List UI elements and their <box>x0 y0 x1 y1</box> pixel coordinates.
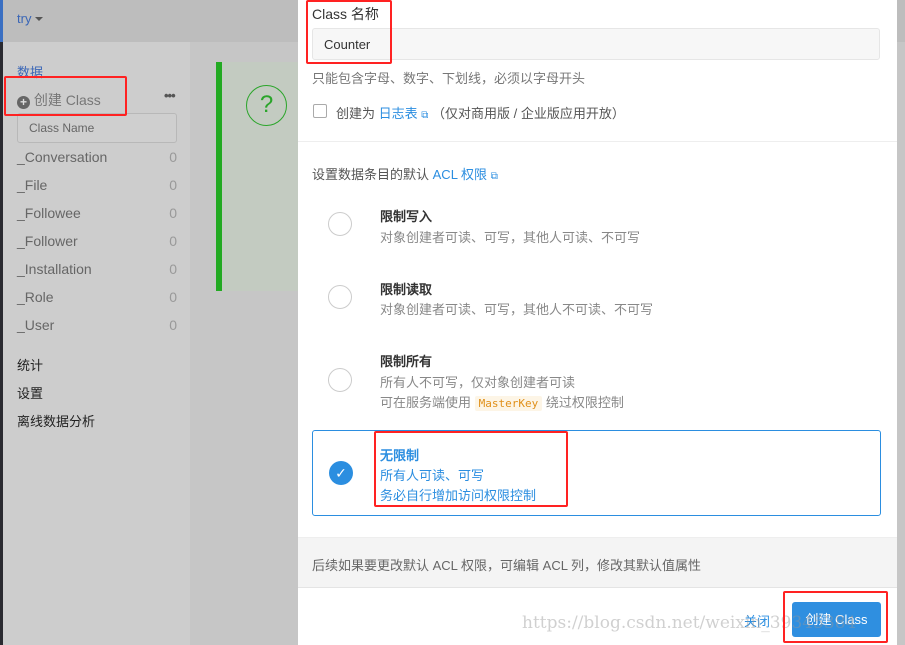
option-title: 限制写入 <box>380 209 433 224</box>
log-table-link[interactable]: 日志表 <box>379 106 418 121</box>
desc-suffix: 绕过权限控制 <box>545 395 624 410</box>
sidebar-item-stats[interactable]: 统计 <box>17 355 43 374</box>
option-title: 限制读取 <box>380 282 433 297</box>
class-item[interactable]: _Role 0 <box>17 289 177 305</box>
class-count: 0 <box>169 177 177 193</box>
highlight-box <box>306 0 392 64</box>
option-radio-all[interactable] <box>328 368 352 392</box>
class-name: _Follower <box>17 233 78 249</box>
option-desc: 所有人不可写，仅对象创建者可读 <box>380 375 576 390</box>
option-desc-2: 可在服务端使用 MasterKey 绕过权限控制 <box>380 392 624 411</box>
class-name: _Installation <box>17 261 92 277</box>
more-icon[interactable]: ••• <box>164 88 176 103</box>
acl-link[interactable]: ACL 权限 <box>433 167 487 182</box>
log-table-checkbox[interactable] <box>313 104 327 118</box>
class-name: _File <box>17 177 48 193</box>
class-count: 0 <box>169 289 177 305</box>
class-count: 0 <box>169 205 177 221</box>
class-name-input[interactable]: Counter <box>312 28 880 60</box>
sidebar-item-offline-analysis[interactable]: 离线数据分析 <box>17 411 95 430</box>
class-count: 0 <box>169 317 177 333</box>
app-name: try <box>17 11 32 26</box>
option-radio-read[interactable] <box>328 285 352 309</box>
acl-prefix: 设置数据条目的默认 <box>312 167 430 182</box>
caret-down-icon <box>35 17 44 25</box>
class-count: 0 <box>169 261 177 277</box>
class-item[interactable]: _User 0 <box>17 317 177 333</box>
highlight-box <box>783 591 888 643</box>
class-name-filter[interactable]: Class Name <box>17 113 177 143</box>
external-link-icon: ⧉ <box>421 110 429 121</box>
log-suffix: （仅对商用版 / 企业版应用开放） <box>432 106 625 121</box>
masterkey-code: MasterKey <box>474 396 543 411</box>
class-item[interactable]: _Followee 0 <box>17 205 177 221</box>
class-name-help: 只能包含字母、数字、下划线，必须以字母开头 <box>312 71 586 86</box>
class-count: 0 <box>169 233 177 249</box>
class-name: _Followee <box>17 205 81 221</box>
class-name: _User <box>17 317 55 333</box>
class-name: _Conversation <box>17 149 108 165</box>
check-icon[interactable]: ✓ <box>329 461 353 485</box>
class-item[interactable]: _File 0 <box>17 177 177 193</box>
accent-strip <box>0 0 3 42</box>
highlight-box <box>4 76 127 116</box>
footer-note: 后续如果要更改默认 ACL 权限，可编辑 ACL 列，修改其默认值属性 <box>298 537 897 588</box>
class-item[interactable]: _Follower 0 <box>17 233 177 249</box>
class-item[interactable]: _Conversation 0 <box>17 149 177 165</box>
sidebar-item-settings[interactable]: 设置 <box>17 383 43 402</box>
option-title: 限制所有 <box>380 354 433 369</box>
acl-heading: 设置数据条目的默认 ACL 权限 ⧉ <box>312 164 498 183</box>
option-radio-write[interactable] <box>328 212 352 236</box>
log-table-row: 创建为 日志表 ⧉ （仅对商用版 / 企业版应用开放） <box>336 103 625 122</box>
desc-prefix: 可在服务端使用 <box>380 395 472 410</box>
external-link-icon: ⧉ <box>490 171 498 182</box>
highlight-box <box>374 431 568 507</box>
class-name: _Role <box>17 289 54 305</box>
option-desc: 对象创建者可读、可写，其他人不可读、不可写 <box>380 302 654 317</box>
divider <box>298 141 897 142</box>
create-class-modal: Class 名称 Counter 只能包含字母、数字、下划线，必须以字母开头 创… <box>298 0 897 645</box>
app-switcher[interactable]: try <box>17 11 44 26</box>
log-prefix: 创建为 <box>336 106 376 121</box>
option-desc: 对象创建者可读、可写，其他人可读、不可写 <box>380 230 641 245</box>
question-icon: ? <box>246 85 287 126</box>
class-item[interactable]: _Installation 0 <box>17 261 177 277</box>
class-count: 0 <box>169 149 177 165</box>
